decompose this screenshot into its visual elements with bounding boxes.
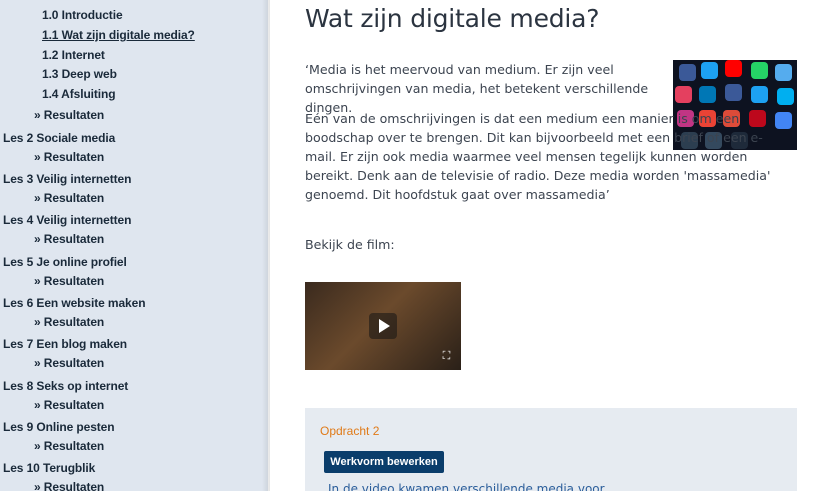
- sidebar-item-les-4[interactable]: Les 4 Veilig internetten: [3, 213, 131, 227]
- sidebar-item-les-2[interactable]: Les 2 Sociale media: [3, 131, 115, 145]
- sidebar-item-les-7[interactable]: Les 7 Een blog maken: [3, 337, 127, 351]
- sidebar-item-resultaten[interactable]: » Resultaten: [34, 191, 104, 205]
- assignment-text: In de video kwamen verschillende media v…: [328, 482, 605, 491]
- sidebar-item-les-8[interactable]: Les 8 Seks op internet: [3, 379, 128, 393]
- sidebar-item-resultaten[interactable]: » Resultaten: [34, 398, 104, 412]
- sidebar-item-les-5[interactable]: Les 5 Je online profiel: [3, 255, 127, 269]
- watch-film-label: Bekijk de film:: [305, 237, 395, 252]
- video-player[interactable]: ⛶: [305, 282, 461, 370]
- sidebar-item-resultaten[interactable]: » Resultaten: [34, 274, 104, 288]
- sidebar-item-afsluiting[interactable]: 1.4 Afsluiting: [42, 87, 116, 101]
- sidebar-item-introductie[interactable]: 1.0 Introductie: [42, 8, 123, 22]
- sidebar-item-deep-web[interactable]: 1.3 Deep web: [42, 67, 117, 81]
- sidebar-item-les-3[interactable]: Les 3 Veilig internetten: [3, 172, 131, 186]
- expand-icon[interactable]: ⛶: [440, 349, 453, 362]
- sidebar-item-resultaten[interactable]: » Resultaten: [34, 108, 104, 122]
- assignment-title: Opdracht 2: [320, 424, 380, 438]
- page-title: Wat zijn digitale media?: [305, 4, 600, 33]
- sidebar-item-resultaten[interactable]: » Resultaten: [34, 480, 104, 491]
- sidebar-item-resultaten[interactable]: » Resultaten: [34, 150, 104, 164]
- sidebar-item-les-9[interactable]: Les 9 Online pesten: [3, 420, 115, 434]
- sidebar-item-les-6[interactable]: Les 6 Een website maken: [3, 296, 146, 310]
- description-paragraph: Eén van de omschrijvingen is dat een med…: [305, 111, 771, 202]
- sidebar-nav: 1.0 Introductie 1.1 Wat zijn digitale me…: [0, 0, 268, 491]
- main-content: Wat zijn digitale media? ‘Media is het m…: [268, 0, 825, 491]
- sidebar-item-internet[interactable]: 1.2 Internet: [42, 48, 105, 62]
- sidebar-item-les-10[interactable]: Les 10 Terugblik: [3, 461, 95, 475]
- sidebar-item-resultaten[interactable]: » Resultaten: [34, 356, 104, 370]
- sidebar-item-wat-zijn-digitale-media[interactable]: 1.1 Wat zijn digitale media?: [42, 28, 195, 42]
- sidebar-item-resultaten[interactable]: » Resultaten: [34, 315, 104, 329]
- werkvorm-bewerken-button[interactable]: Werkvorm bewerken: [324, 451, 444, 473]
- sidebar-item-resultaten[interactable]: » Resultaten: [34, 439, 104, 453]
- assignment-block: Opdracht 2 Werkvorm bewerken In de video…: [305, 408, 797, 491]
- play-icon[interactable]: [369, 313, 397, 339]
- sidebar-item-resultaten[interactable]: » Resultaten: [34, 232, 104, 246]
